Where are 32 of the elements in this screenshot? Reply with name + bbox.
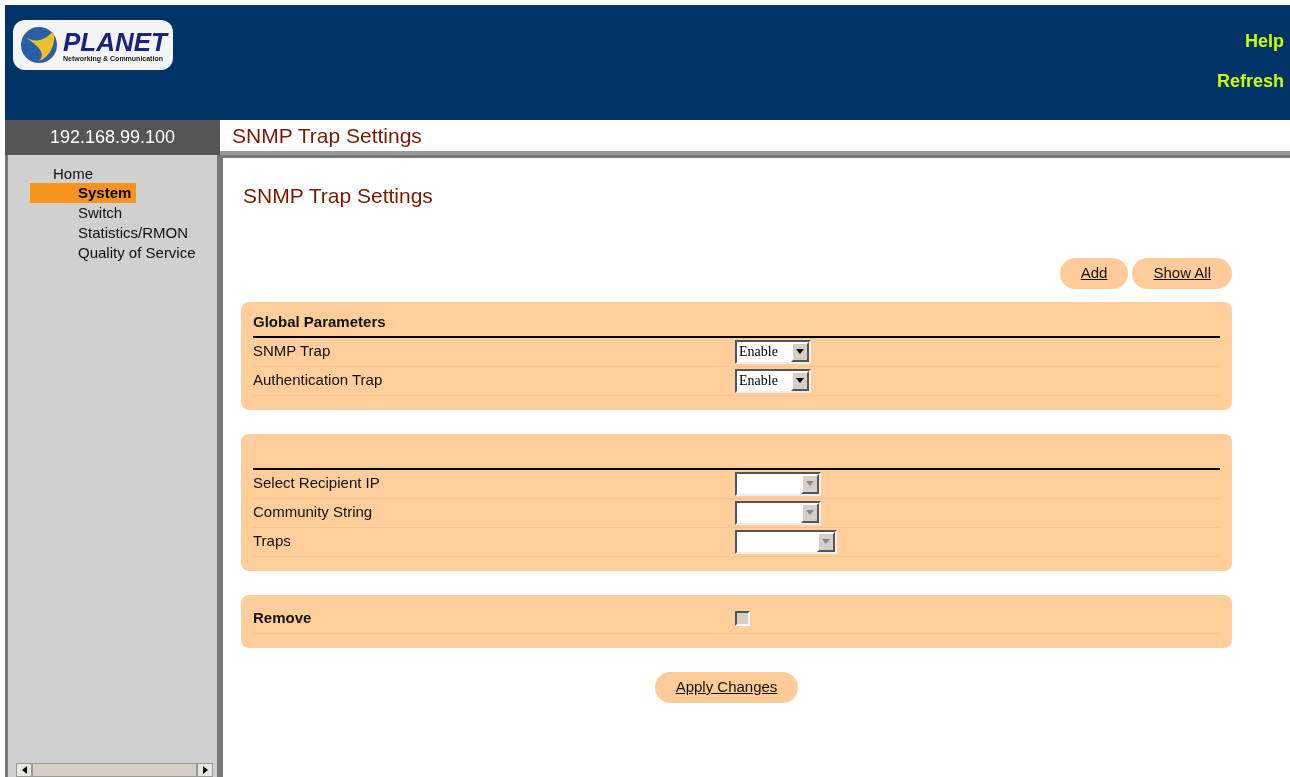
ip-bar: 192.168.99.100 bbox=[5, 120, 220, 155]
horizontal-scrollbar[interactable] bbox=[16, 763, 213, 777]
nav-link[interactable]: Home bbox=[53, 165, 93, 183]
caret-icon bbox=[817, 531, 835, 552]
nav-link[interactable]: Quality of Service bbox=[78, 243, 217, 263]
caret-icon bbox=[801, 473, 819, 494]
logo-wordmark: PLANET bbox=[63, 28, 167, 55]
checkbox[interactable] bbox=[735, 611, 750, 626]
nav-link[interactable]: Statistics/RMON bbox=[78, 223, 217, 243]
caret-icon bbox=[801, 502, 819, 523]
apply-button[interactable]: Apply Changes bbox=[654, 671, 799, 703]
scrollbar-thumb[interactable] bbox=[32, 763, 197, 777]
globe-icon bbox=[19, 25, 59, 65]
nav-link[interactable]: System bbox=[30, 183, 136, 203]
field-label: Authentication Trap bbox=[253, 370, 384, 391]
nav-link[interactable]: Switch bbox=[78, 203, 217, 223]
caret-icon bbox=[791, 370, 809, 391]
field-label: Remove bbox=[253, 608, 313, 629]
header-link[interactable]: Help bbox=[1245, 32, 1284, 50]
action-button[interactable]: Add bbox=[1059, 257, 1129, 289]
field-label: Community String bbox=[253, 502, 374, 523]
field-label: SNMP Trap bbox=[253, 341, 332, 362]
action-button[interactable]: Show All bbox=[1132, 257, 1232, 289]
header-link[interactable]: Refresh bbox=[1216, 72, 1284, 90]
section-heading: Global Parameters bbox=[253, 312, 386, 332]
field-label: Traps bbox=[253, 531, 292, 552]
content-title: SNMP Trap Settings bbox=[242, 183, 434, 209]
page-title: SNMP Trap Settings bbox=[232, 122, 422, 149]
dropdown[interactable]: Enable bbox=[735, 339, 811, 364]
field-label: Select Recipient IP bbox=[253, 473, 381, 494]
dropdown[interactable]: Enable bbox=[735, 368, 811, 393]
caret-icon bbox=[791, 341, 809, 362]
